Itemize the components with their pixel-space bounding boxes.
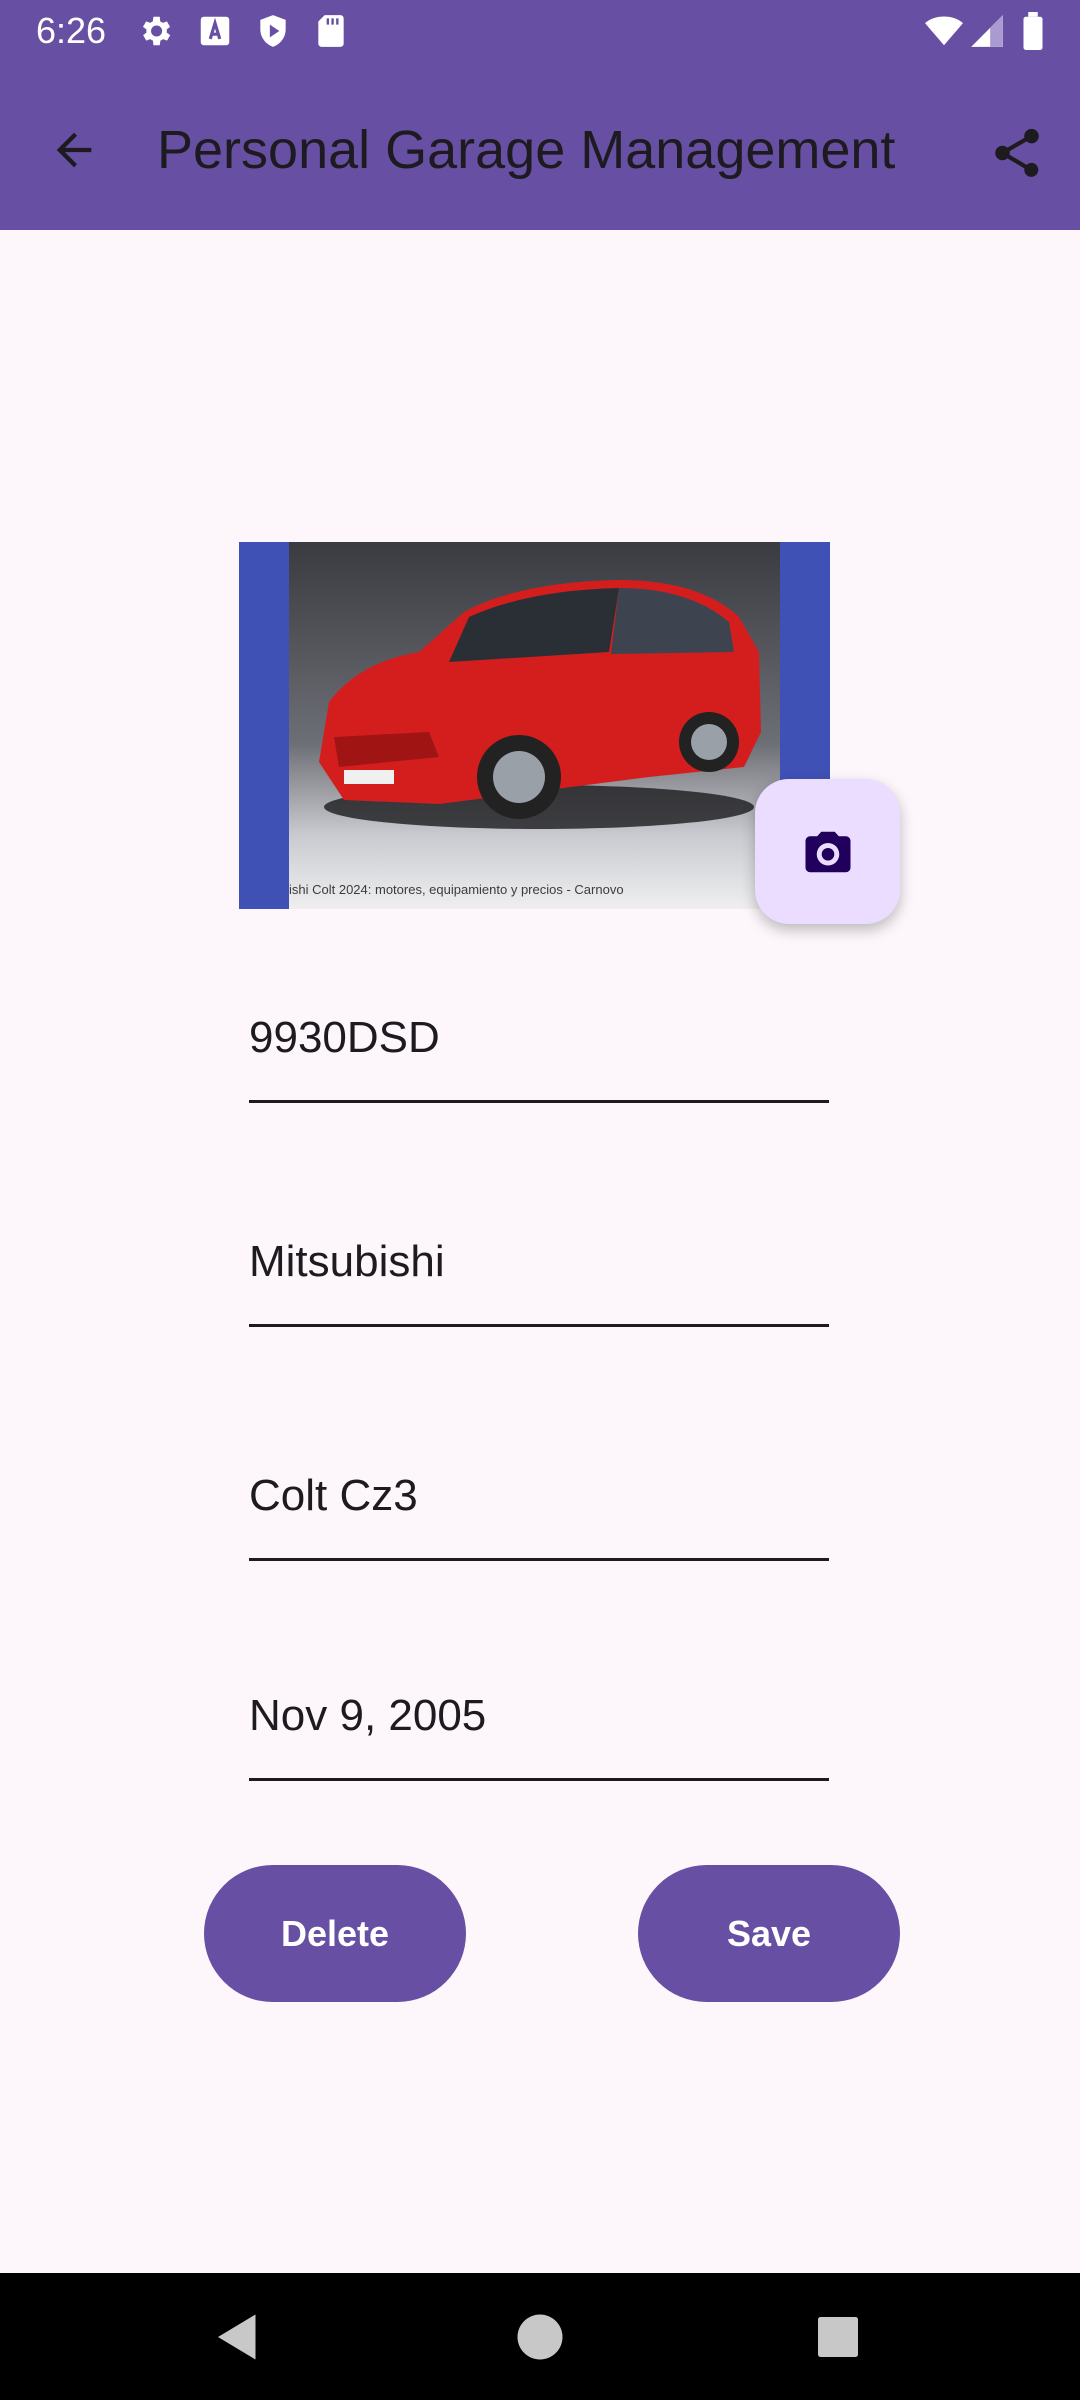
shield-icon — [260, 15, 286, 47]
date-value: Nov 9, 2005 — [249, 1691, 487, 1740]
date-field[interactable]: Nov 9, 2005 — [249, 1678, 829, 1781]
car-illustration — [319, 580, 761, 829]
plate-value: 9930DSD — [249, 1013, 440, 1062]
delete-button[interactable]: Delete — [204, 1865, 466, 2002]
model-value: Colt Cz3 — [249, 1471, 418, 1520]
status-bar: 6:26 — [0, 0, 1080, 62]
recents-square-icon[interactable] — [808, 2307, 868, 2367]
model-field[interactable]: Colt Cz3 — [249, 1458, 829, 1561]
top-app-bar: Personal Garage Management — [0, 62, 1080, 230]
back-button[interactable] — [36, 112, 112, 188]
save-button[interactable]: Save — [638, 1865, 900, 2002]
page-title: Personal Garage Management — [157, 120, 896, 180]
photo-caption: ishi Colt 2024: motores, equipamiento y … — [289, 882, 624, 897]
battery-icon — [1023, 12, 1043, 50]
brand-value: Mitsubishi — [249, 1237, 445, 1286]
wifi-icon — [925, 16, 963, 46]
system-nav-bar — [0, 2273, 1080, 2400]
car-image: ishi Colt 2024: motores, equipamiento y … — [289, 542, 780, 909]
home-circle-icon[interactable] — [510, 2307, 570, 2367]
plate-field[interactable]: 9930DSD — [249, 1000, 829, 1103]
status-time: 6:26 — [36, 10, 107, 51]
sd-card-icon — [318, 15, 344, 47]
back-triangle-icon[interactable] — [208, 2307, 268, 2367]
brand-field[interactable]: Mitsubishi — [249, 1224, 829, 1327]
text-a-icon — [200, 16, 230, 46]
signal-icon — [971, 15, 1003, 47]
camera-button[interactable] — [755, 779, 900, 924]
gear-icon — [142, 16, 171, 46]
vehicle-photo: ishi Colt 2024: motores, equipamiento y … — [239, 542, 830, 909]
arrow-back-icon — [56, 132, 92, 168]
share-icon — [995, 128, 1039, 177]
camera-icon — [805, 831, 850, 872]
share-button[interactable] — [976, 112, 1058, 194]
